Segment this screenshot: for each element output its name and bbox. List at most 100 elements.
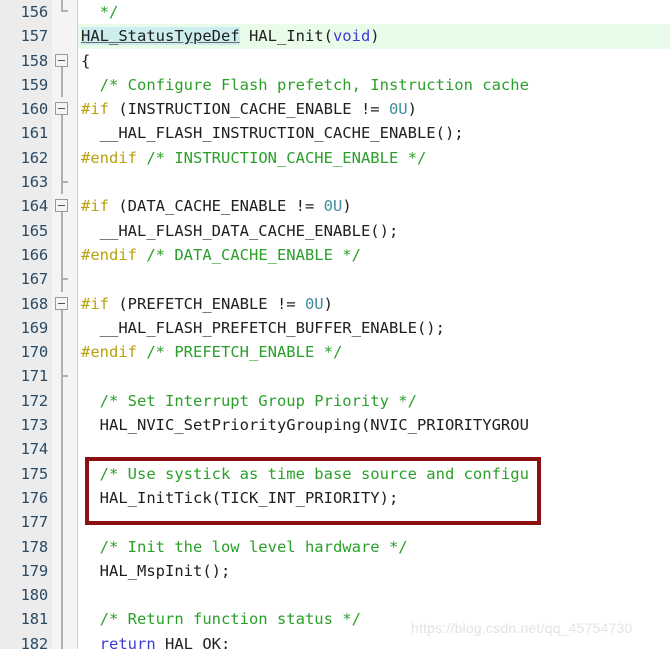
code-line[interactable]: 167 [0,267,670,292]
code-text[interactable]: /* Configure Flash prefetch, Instruction… [78,73,670,97]
code-line[interactable]: 178 /* Init the low level hardware */ [0,534,670,560]
fold-column[interactable] [52,97,78,122]
code-text[interactable]: HAL_StatusTypeDef HAL_Init(void) [78,24,670,49]
code-line[interactable]: 180 [0,583,670,608]
code-text[interactable] [78,437,670,461]
code-text[interactable]: #endif /* DATA_CACHE_ENABLE */ [78,243,670,267]
code-text[interactable]: #if (PREFETCH_ENABLE != 0U) [78,292,670,316]
fold-column[interactable] [52,267,78,292]
code-text[interactable]: HAL_MspInit(); [78,559,670,583]
fold-column[interactable] [52,194,78,219]
code-line[interactable]: 170 #endif /* PREFETCH_ENABLE */ [0,340,670,365]
code-line[interactable]: 179 HAL_MspInit(); [0,558,670,584]
code-line[interactable]: 156 */ [0,0,670,25]
fold-column[interactable] [52,145,78,171]
code-editor-viewport[interactable]: 156 */157 HAL_StatusTypeDef HAL_Init(void… [0,0,670,649]
fold-column[interactable] [52,607,78,633]
code-token-pp: #if [81,197,109,216]
fold-column[interactable] [52,121,78,147]
code-text[interactable]: #if (DATA_CACHE_ENABLE != 0U) [78,194,670,218]
code-line[interactable]: 158 { [0,48,670,74]
code-line[interactable]: 172 /* Set Interrupt Group Priority */ [0,388,670,414]
code-text[interactable]: #endif /* PREFETCH_ENABLE */ [78,340,670,364]
code-text[interactable] [78,583,670,607]
fold-collapse-icon[interactable] [55,296,68,310]
fold-collapse-icon[interactable] [55,199,68,213]
line-number: 157 [0,24,52,49]
code-text[interactable] [78,267,670,291]
fold-column[interactable] [52,461,78,487]
code-token-id: ) [370,27,380,46]
code-text[interactable]: /* Use systick as time base source and c… [78,462,670,486]
code-line[interactable]: 160 #if (INSTRUCTION_CACHE_ENABLE != 0U) [0,97,670,122]
code-line[interactable]: 174 [0,437,670,462]
code-line[interactable]: 169 __HAL_FLASH_PREFETCH_BUFFER_ENABLE()… [0,315,670,341]
code-token-id: __HAL_FLASH_INSTRUCTION_CACHE_ENABLE(); [81,124,464,143]
code-token-id: __HAL_FLASH_DATA_CACHE_ENABLE(); [81,221,399,240]
line-number: 180 [0,583,52,608]
code-line[interactable]: 166 #endif /* DATA_CACHE_ENABLE */ [0,242,670,268]
fold-column[interactable] [52,24,78,49]
fold-column[interactable] [52,388,78,414]
code-token-pp: #endif [81,245,137,264]
code-text[interactable]: { [78,49,670,73]
code-text[interactable]: __HAL_FLASH_INSTRUCTION_CACHE_ENABLE(); [78,121,670,145]
code-token-id: HAL_MspInit(); [81,561,231,580]
line-number: 165 [0,218,52,243]
fold-column[interactable] [52,485,78,511]
fold-guide-line [61,340,63,365]
line-number: 173 [0,413,52,438]
fold-column[interactable] [52,315,78,341]
fold-column[interactable] [52,364,78,390]
fold-column[interactable] [52,437,78,462]
code-line[interactable]: 163 [0,170,670,195]
code-text[interactable]: HAL_InitTick(TICK_INT_PRIORITY); [78,486,670,510]
fold-column[interactable] [52,0,78,25]
code-line[interactable]: 171 [0,364,670,390]
code-line[interactable]: 177 [0,510,670,535]
code-line[interactable]: 164 #if (DATA_CACHE_ENABLE != 0U) [0,194,670,219]
code-line[interactable]: 162 #endif /* INSTRUCTION_CACHE_ENABLE */ [0,145,670,171]
code-line[interactable]: 161 __HAL_FLASH_INSTRUCTION_CACHE_ENABLE… [0,121,670,147]
fold-column[interactable] [52,583,78,608]
code-line[interactable]: 157 HAL_StatusTypeDef HAL_Init(void) [0,24,670,49]
code-line[interactable]: 168 #if (PREFETCH_ENABLE != 0U) [0,291,670,317]
code-text[interactable]: */ [78,0,670,24]
code-text[interactable]: /* Init the low level hardware */ [78,535,670,559]
fold-collapse-icon[interactable] [55,53,68,67]
code-text[interactable] [78,510,670,534]
code-line[interactable]: 176 HAL_InitTick(TICK_INT_PRIORITY); [0,485,670,511]
fold-column[interactable] [52,218,78,244]
code-line[interactable]: 165 __HAL_FLASH_DATA_CACHE_ENABLE(); [0,218,670,244]
fold-column[interactable] [52,48,78,74]
code-token-id: (DATA_CACHE_ENABLE != [109,197,324,216]
code-token-id: HAL_OK; [155,634,231,649]
code-text[interactable]: #if (INSTRUCTION_CACHE_ENABLE != 0U) [78,97,670,121]
fold-column[interactable] [52,291,78,317]
fold-column[interactable] [52,510,78,535]
fold-column[interactable] [52,558,78,584]
code-text[interactable] [78,364,670,388]
fold-column[interactable] [52,413,78,438]
code-text[interactable]: __HAL_FLASH_PREFETCH_BUFFER_ENABLE(); [78,316,670,340]
code-text[interactable]: __HAL_FLASH_DATA_CACHE_ENABLE(); [78,219,670,243]
code-token-id: HAL_NVIC_SetPriorityGrouping(NVIC_PRIORI… [81,416,529,435]
code-line[interactable]: 175 /* Use systick as time base source a… [0,461,670,487]
fold-guide-line [61,72,63,98]
code-line[interactable]: 159 /* Configure Flash prefetch, Instruc… [0,72,670,98]
fold-column[interactable] [52,170,78,195]
code-line[interactable]: 173 HAL_NVIC_SetPriorityGrouping(NVIC_PR… [0,413,670,438]
fold-column[interactable] [52,340,78,365]
fold-column[interactable] [52,534,78,560]
code-text[interactable]: /* Set Interrupt Group Priority */ [78,389,670,413]
fold-column[interactable] [52,72,78,98]
fold-column[interactable] [52,242,78,268]
code-lines-container[interactable]: 156 */157 HAL_StatusTypeDef HAL_Init(void… [0,0,670,649]
code-text[interactable]: #endif /* INSTRUCTION_CACHE_ENABLE */ [78,146,670,170]
fold-guide-line [61,485,63,511]
watermark-text: https://blog.csdn.net/qq_45754730 [411,620,633,636]
code-text[interactable]: HAL_NVIC_SetPriorityGrouping(NVIC_PRIORI… [78,413,670,437]
fold-collapse-icon[interactable] [55,102,68,116]
fold-column[interactable] [52,631,78,649]
code-text[interactable] [78,170,670,194]
